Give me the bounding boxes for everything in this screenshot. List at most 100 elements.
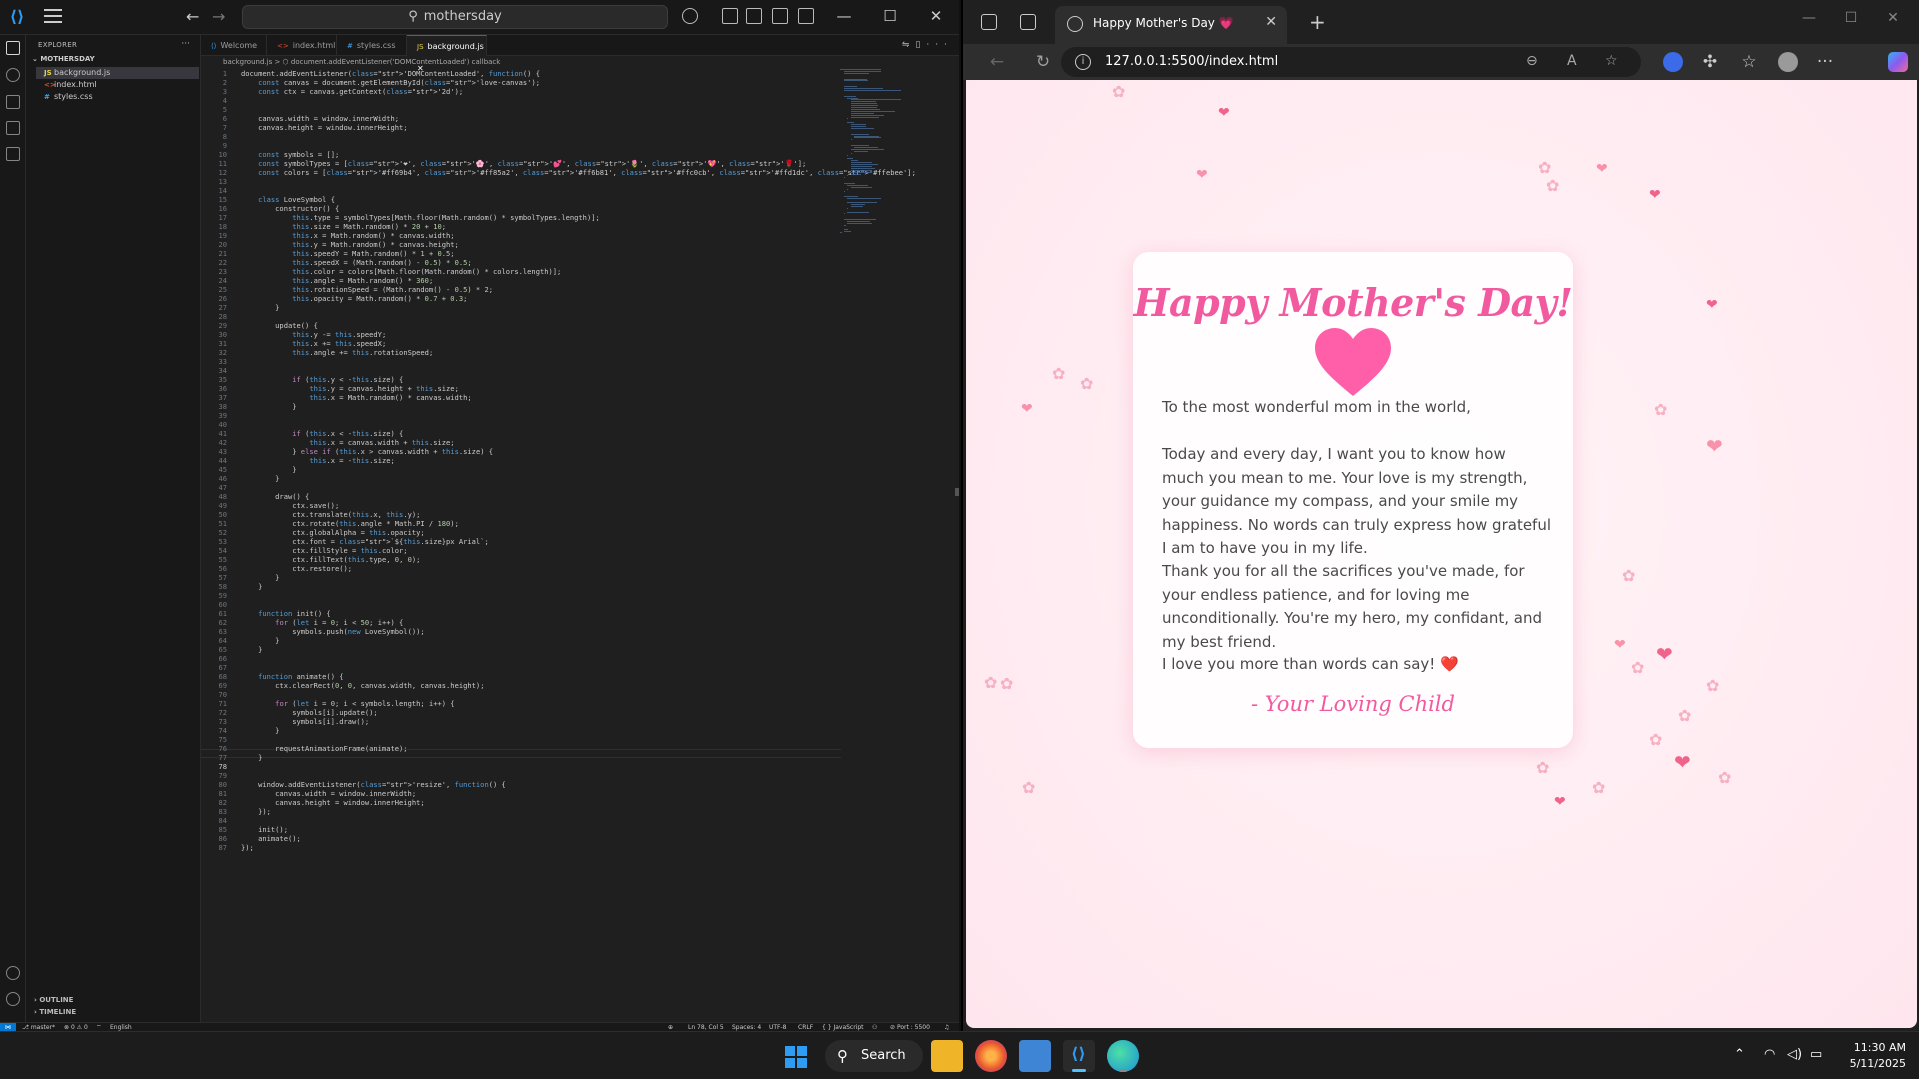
toggle-sidebar-icon[interactable] — [746, 8, 762, 24]
outline-section[interactable]: › OUTLINE — [34, 996, 73, 1004]
read-aloud-icon[interactable]: A — [1567, 53, 1577, 69]
show-hidden-icons-chevron-icon[interactable]: ⌃ — [1734, 1047, 1745, 1062]
tab-actions-icon[interactable] — [1020, 14, 1036, 30]
line-number: 40 — [218, 420, 227, 429]
extension-icon[interactable] — [1663, 52, 1683, 72]
settings-gear-icon[interactable] — [6, 992, 20, 1006]
back-arrow-icon[interactable]: ← — [987, 52, 1007, 72]
encoding[interactable]: UTF-8 — [769, 1023, 787, 1031]
minimap-line — [843, 224, 846, 226]
file-item-index-html[interactable]: <>index.html — [36, 79, 199, 91]
address-bar[interactable]: i 127.0.0.1:5500/index.html ⊖ A ☆ — [1061, 47, 1641, 77]
close-tab-icon[interactable]: ✕ — [1265, 14, 1277, 30]
breadcrumb[interactable]: background.js > ⬡ document.addEventListe… — [201, 56, 959, 69]
line-endings[interactable]: CRLF — [798, 1023, 813, 1031]
live-server-port[interactable]: ⊘ Port : 5500 — [890, 1023, 930, 1031]
file-explorer-icon[interactable] — [931, 1040, 963, 1072]
minimize-icon[interactable]: — — [1799, 10, 1819, 26]
start-button-windows-icon[interactable] — [785, 1046, 807, 1068]
code-line: for (let i = 0; i < 50; i++) { — [275, 618, 404, 627]
more-actions-icon[interactable]: ··· — [181, 39, 190, 49]
toggle-panel-icon[interactable] — [772, 8, 788, 24]
editor-scrollbar[interactable] — [955, 488, 959, 496]
source-control-icon[interactable] — [6, 95, 20, 109]
extensions-puzzle-icon[interactable]: ✣ — [1700, 52, 1720, 72]
zoom-icon[interactable]: ⊕ — [668, 1023, 673, 1031]
folder-mothersday[interactable]: ⌄ MOTHERSDAY — [32, 55, 95, 63]
remote-indicator-icon[interactable]: ⋈ — [0, 1023, 16, 1031]
code-line: requestAnimationFrame(animate); — [241, 744, 408, 753]
battery-icon[interactable]: ▭ — [1810, 1047, 1822, 1062]
browser-tab-active[interactable]: Happy Mother's Day 💗 ✕ — [1055, 6, 1287, 44]
floating-flower-icon: ✿ — [1631, 658, 1645, 677]
file-item-styles-css[interactable]: # styles.css — [36, 91, 199, 103]
edge-icon[interactable] — [1107, 1040, 1139, 1072]
explorer-files-icon[interactable] — [6, 41, 20, 55]
info-icon[interactable]: i — [1075, 54, 1091, 70]
minimize-icon[interactable]: — — [834, 6, 854, 26]
line-number: 24 — [218, 276, 227, 285]
hamburger-menu-icon[interactable] — [44, 9, 62, 23]
copilot-icon[interactable] — [1888, 52, 1908, 72]
code-editor[interactable]: 1 document.addEventListener(class="str">'… — [201, 69, 916, 1022]
clock[interactable]: 11:30 AM 5/11/2025 — [1836, 1040, 1906, 1072]
line-number: 47 — [218, 483, 227, 492]
run-debug-icon[interactable] — [6, 121, 20, 135]
volume-icon[interactable]: ◁) — [1787, 1047, 1802, 1062]
command-center-search[interactable]: ⚲ mothersday — [242, 5, 668, 29]
line-number: 79 — [218, 771, 227, 780]
copilot-status-icon[interactable]: ⚇ — [872, 1023, 877, 1031]
tab-background-js[interactable]: JS background.js ✕ — [407, 35, 487, 73]
wifi-icon[interactable]: ◠ — [1764, 1047, 1775, 1062]
extensions-icon[interactable] — [6, 147, 20, 161]
floating-heart-icon: ❤ — [1614, 637, 1626, 653]
floating-flower-icon: ✿ — [1112, 82, 1126, 101]
favorite-star-icon[interactable]: ☆ — [1605, 53, 1618, 69]
broadcast-icon[interactable]: ⌔ — [96, 1023, 102, 1031]
profile-avatar-icon[interactable] — [1778, 52, 1798, 72]
language-pack[interactable]: English — [110, 1023, 132, 1031]
line-number: 14 — [218, 186, 227, 195]
notifications-bell-icon[interactable]: ♫ — [944, 1023, 949, 1031]
cursor-position[interactable]: Ln 78, Col 5 — [688, 1023, 724, 1031]
timeline-section[interactable]: › TIMELINE — [34, 1008, 76, 1016]
minimap-line — [840, 232, 843, 234]
editor-actions[interactable]: ⇋▯··· — [902, 40, 953, 50]
maximize-icon[interactable]: ☐ — [1841, 10, 1861, 26]
refresh-icon[interactable]: ↻ — [1033, 52, 1053, 72]
accounts-icon[interactable] — [6, 966, 20, 980]
taskbar-search[interactable]: ⚲ Search — [825, 1040, 923, 1072]
git-branch[interactable]: ⎇ master* — [22, 1023, 55, 1031]
copilot-icon[interactable] — [682, 8, 698, 24]
new-tab-plus-icon[interactable]: + — [1309, 10, 1326, 34]
notepad-icon[interactable] — [1019, 1040, 1051, 1072]
indentation[interactable]: Spaces: 4 — [732, 1023, 761, 1031]
settings-more-icon[interactable]: ··· — [1815, 52, 1835, 72]
close-icon[interactable]: ✕ — [926, 6, 946, 26]
problems-indicator[interactable]: ⊗ 0 ⚠ 0 — [64, 1023, 88, 1031]
tab-welcome[interactable]: ⟨⟩ Welcome — [201, 35, 267, 56]
search-view-icon[interactable] — [6, 68, 20, 82]
line-number: 67 — [218, 663, 227, 672]
firefox-icon[interactable] — [975, 1040, 1007, 1072]
forward-arrow-icon[interactable]: → — [212, 8, 225, 26]
floating-flower-icon: ✿ — [1000, 674, 1014, 693]
line-number: 17 — [218, 213, 227, 222]
customize-layout-icon[interactable] — [722, 8, 738, 24]
tab-styles-css[interactable]: # styles.css — [337, 35, 407, 56]
toggle-secondary-sidebar-icon[interactable] — [798, 8, 814, 24]
line-number: 52 — [218, 528, 227, 537]
workspaces-icon[interactable] — [981, 14, 997, 30]
maximize-icon[interactable]: ☐ — [880, 6, 900, 26]
vscode-taskbar-icon[interactable]: ⟨⟩ — [1063, 1040, 1095, 1072]
favorites-icon[interactable]: ☆ — [1739, 52, 1759, 72]
file-item-background-js[interactable]: JS background.js — [36, 67, 199, 79]
zoom-out-icon[interactable]: ⊖ — [1526, 53, 1538, 69]
line-number: 61 — [218, 609, 227, 618]
js-file-icon: JS — [417, 43, 424, 51]
back-arrow-icon[interactable]: ← — [186, 8, 199, 26]
minimap[interactable] — [840, 69, 940, 249]
close-icon[interactable]: ✕ — [1883, 10, 1903, 26]
tab-index-html[interactable]: <> index.html — [267, 35, 337, 56]
language-mode[interactable]: { } JavaScript — [822, 1023, 864, 1031]
